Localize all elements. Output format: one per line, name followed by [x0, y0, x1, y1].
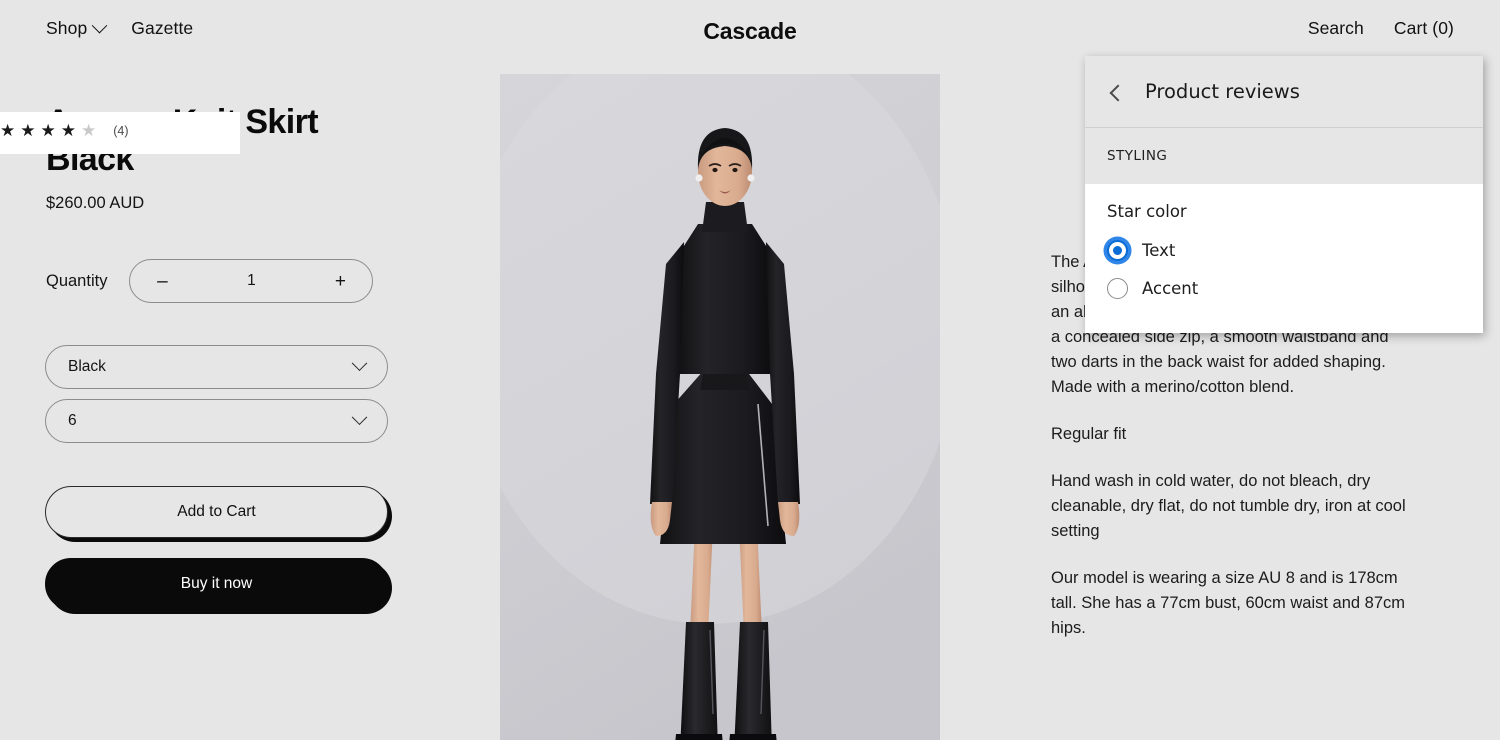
quantity-decrement-button[interactable]: – [152, 272, 172, 291]
radio-option-accent-label: Accent [1142, 278, 1199, 298]
quantity-value: 1 [247, 272, 256, 289]
size-select-value: 6 [68, 412, 77, 429]
chevron-down-icon [351, 354, 368, 371]
star-icon-2: ★ [20, 121, 38, 140]
panel-header: Product reviews [1085, 56, 1483, 128]
radio-icon-selected[interactable] [1107, 239, 1128, 261]
quantity-stepper[interactable]: – 1 + [129, 259, 374, 303]
color-select[interactable]: Black [45, 345, 388, 389]
product-photo-illustration [500, 74, 940, 740]
radio-option-accent[interactable]: Accent [1107, 269, 1461, 307]
panel-section-label: STYLING [1085, 128, 1483, 184]
rating-count: (4) [113, 123, 129, 138]
radio-option-text[interactable]: Text [1107, 231, 1461, 269]
quantity-increment-button[interactable]: + [330, 272, 350, 291]
product-price: $260.00 AUD [46, 194, 145, 213]
buy-it-now-button[interactable]: Buy it now [45, 558, 388, 610]
star-icon-4: ★ [60, 121, 78, 140]
chevron-down-icon [351, 408, 368, 425]
description-paragraph-2: Regular fit [1051, 425, 1127, 443]
rating-highlight-strip: ★ ★ ★ ★ ★ (4) [0, 112, 240, 154]
star-icon-1: ★ [0, 121, 18, 140]
color-select-value: Black [68, 358, 106, 375]
star-icon-3: ★ [40, 121, 58, 140]
primary-nav-right: Search Cart (0) [1308, 19, 1454, 38]
search-button[interactable]: Search [1308, 19, 1364, 38]
radio-icon-unselected[interactable] [1107, 277, 1128, 299]
product-rating[interactable]: ★ ★ ★ ★ ★ (4) [0, 122, 129, 139]
cart-button[interactable]: Cart (0) [1394, 19, 1454, 38]
panel-body: Star color Text Accent [1085, 184, 1483, 333]
quantity-label: Quantity [46, 271, 108, 290]
add-to-cart-button[interactable]: Add to Cart [45, 486, 388, 538]
back-chevron-icon[interactable] [1107, 84, 1123, 100]
product-image[interactable] [500, 74, 940, 740]
star-icon-5: ★ [81, 121, 99, 140]
description-paragraph-3: Hand wash in cold water, do not bleach, … [1051, 472, 1406, 540]
star-color-label: Star color [1107, 202, 1187, 221]
description-paragraph-4: Our model is wearing a size AU 8 and is … [1051, 569, 1406, 637]
panel-title: Product reviews [1145, 80, 1300, 103]
product-reviews-settings-panel: Product reviews STYLING Star color Text … [1085, 56, 1483, 333]
size-select[interactable]: 6 [45, 399, 388, 443]
brand-logo[interactable]: Cascade [0, 18, 1500, 45]
quantity-row: Quantity – 1 + [46, 259, 374, 303]
radio-option-text-label: Text [1142, 240, 1176, 260]
